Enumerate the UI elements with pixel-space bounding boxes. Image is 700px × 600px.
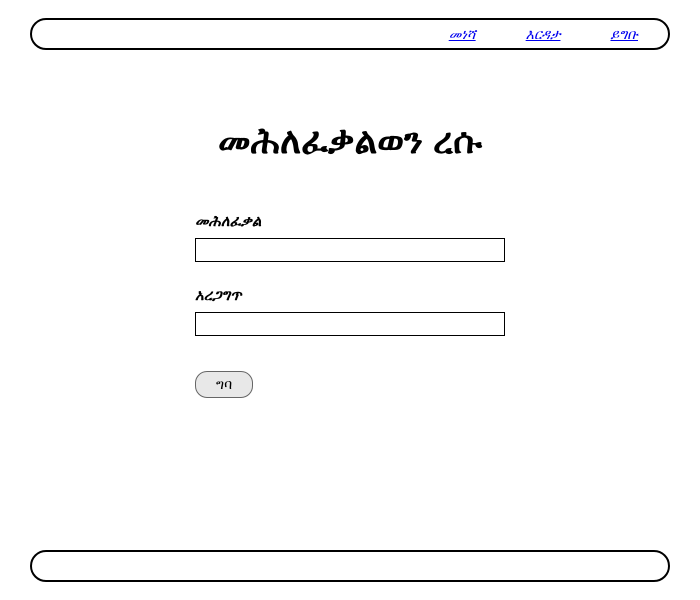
main-content: መሕለፈቃልወን ረሱ መሕለፈቃል አረጋግጥ ግባ	[0, 120, 700, 398]
bottom-bar	[30, 550, 670, 582]
top-nav-bar: መነሻ እርዳታ ይግቡ	[30, 18, 670, 50]
nav-link-login[interactable]: ይግቡ	[610, 26, 638, 43]
password-input[interactable]	[195, 238, 505, 262]
password-group: መሕለፈቃል	[195, 213, 505, 262]
nav-link-home[interactable]: መነሻ	[449, 26, 476, 43]
password-reset-form: መሕለፈቃል አረጋግጥ ግባ	[195, 213, 505, 398]
page-title: መሕለፈቃልወን ረሱ	[0, 120, 700, 163]
confirm-input[interactable]	[195, 312, 505, 336]
confirm-group: አረጋግጥ	[195, 287, 505, 336]
submit-button[interactable]: ግባ	[195, 371, 253, 398]
password-label: መሕለፈቃል	[195, 213, 505, 230]
confirm-label: አረጋግጥ	[195, 287, 505, 304]
nav-link-help[interactable]: እርዳታ	[526, 26, 561, 43]
